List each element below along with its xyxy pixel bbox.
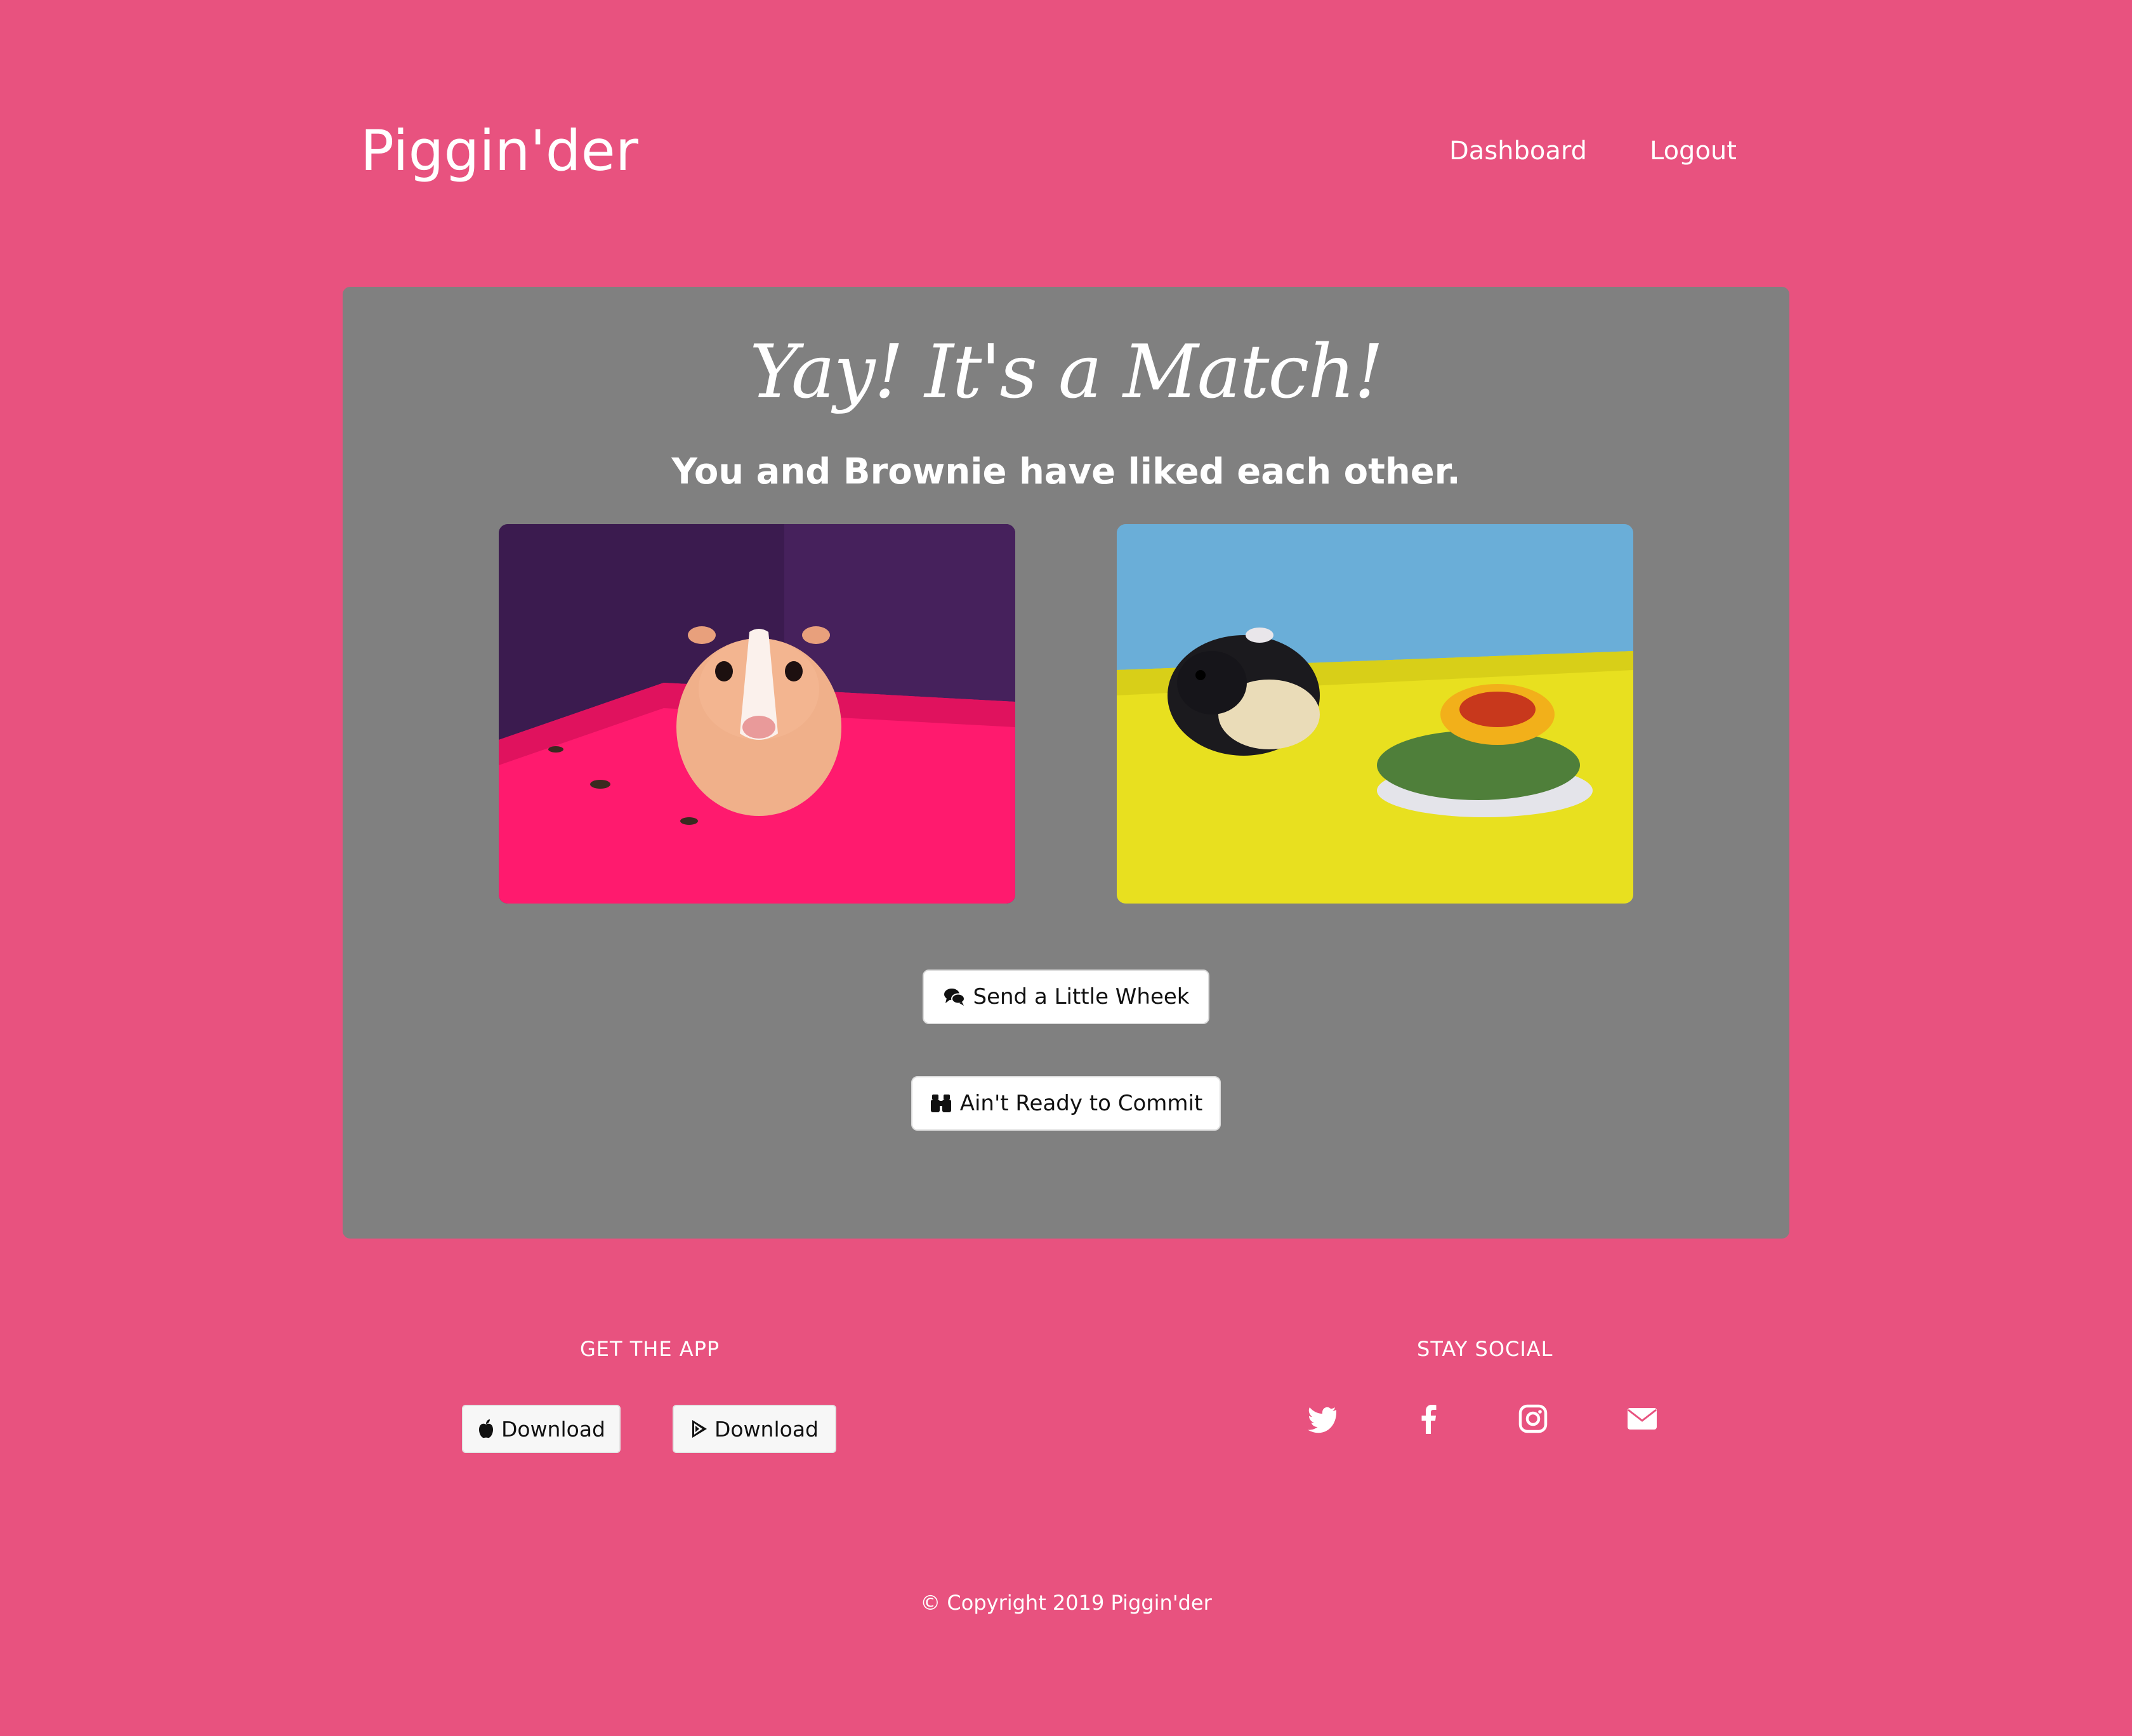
match-subheading: You and Brownie have liked each other. xyxy=(671,451,1461,492)
nav-dashboard-link[interactable]: Dashboard xyxy=(1449,133,1587,169)
copyright-text: © Copyright 2019 Piggin'der xyxy=(920,1591,1212,1615)
nav-logout-link[interactable]: Logout xyxy=(1650,133,1737,169)
brand-logo[interactable]: Piggin'der xyxy=(360,118,638,184)
send-wheek-button[interactable]: Send a Little Wheek xyxy=(923,970,1209,1024)
facebook-icon[interactable] xyxy=(1412,1402,1445,1435)
not-ready-button[interactable]: Ain't Ready to Commit xyxy=(911,1076,1221,1131)
envelope-icon[interactable] xyxy=(1626,1402,1659,1435)
twitter-icon[interactable] xyxy=(1306,1402,1339,1435)
app-store-download-label: Download xyxy=(501,1416,606,1442)
app-store-download-button[interactable]: Download xyxy=(462,1405,621,1453)
match-card: Yay! It's a Match! You and Brownie have … xyxy=(343,287,1789,1239)
match-headline: Yay! It's a Match! xyxy=(749,329,1383,415)
instagram-icon[interactable] xyxy=(1517,1402,1550,1435)
apple-icon xyxy=(478,1419,493,1438)
binoculars-icon xyxy=(930,1095,951,1112)
stay-social-heading: STAY SOCIAL xyxy=(1417,1337,1553,1361)
not-ready-label: Ain't Ready to Commit xyxy=(959,1091,1203,1116)
google-play-download-label: Download xyxy=(714,1416,819,1442)
send-wheek-label: Send a Little Wheek xyxy=(973,984,1190,1009)
my-pig-photo xyxy=(499,524,1015,904)
google-play-download-button[interactable]: Download xyxy=(673,1405,836,1453)
google-play-icon xyxy=(692,1420,707,1438)
comments-icon xyxy=(944,989,965,1006)
get-the-app-heading: GET THE APP xyxy=(580,1337,720,1361)
match-pig-photo xyxy=(1117,524,1633,904)
